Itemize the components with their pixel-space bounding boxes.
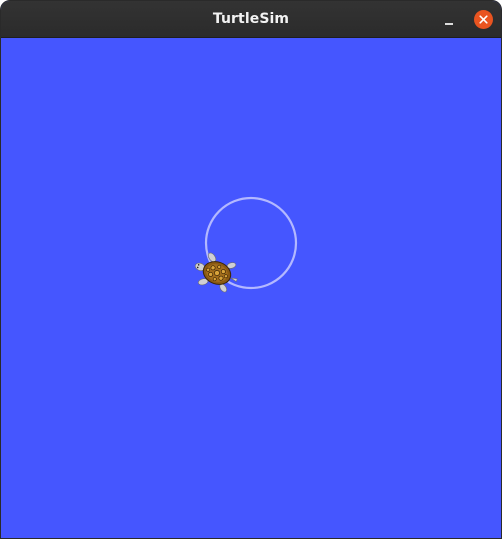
title-bar[interactable]: TurtleSim (1, 1, 501, 38)
minimize-button[interactable] (439, 10, 459, 30)
close-button[interactable] (474, 10, 493, 29)
close-icon (479, 15, 488, 24)
minimize-icon (445, 23, 453, 25)
turtle-icon (194, 252, 238, 293)
turtle-canvas (1, 38, 501, 538)
window-title: TurtleSim (212, 11, 290, 27)
turtlesim-window: TurtleSim (0, 0, 502, 539)
